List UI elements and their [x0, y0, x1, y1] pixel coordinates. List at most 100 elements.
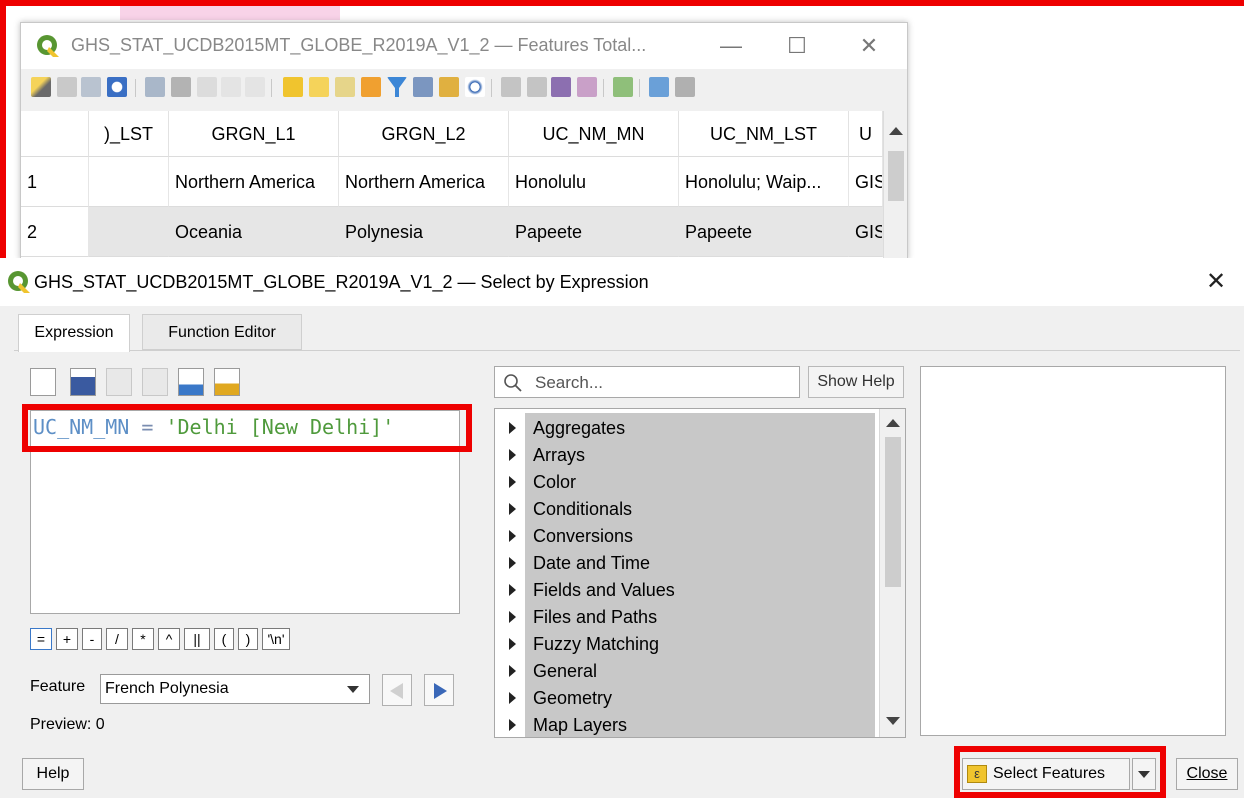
- column-header[interactable]: UC_NM_MN: [509, 111, 679, 157]
- operator-concat-button[interactable]: ||: [184, 628, 210, 650]
- show-help-button[interactable]: Show Help: [808, 366, 904, 398]
- list-item[interactable]: Date and Time: [525, 550, 875, 577]
- list-item[interactable]: Conversions: [525, 523, 875, 550]
- list-item[interactable]: Map Layers: [525, 712, 875, 737]
- expand-triangle-icon[interactable]: [509, 611, 516, 623]
- cut-icon[interactable]: [197, 77, 217, 97]
- operator-open-paren-button[interactable]: (: [214, 628, 234, 650]
- list-item[interactable]: Fuzzy Matching: [525, 631, 875, 658]
- paste-icon[interactable]: [245, 77, 265, 97]
- table-cell[interactable]: Honolulu: [509, 157, 679, 207]
- filter-icon[interactable]: [387, 77, 407, 97]
- list-item[interactable]: Aggregates: [525, 415, 875, 442]
- list-item[interactable]: Arrays: [525, 442, 875, 469]
- select-by-expression-icon[interactable]: [283, 77, 303, 97]
- pencil-icon[interactable]: [31, 77, 51, 97]
- expand-triangle-icon[interactable]: [509, 692, 516, 704]
- edit-icon[interactable]: [106, 368, 132, 396]
- save-icon[interactable]: [70, 368, 96, 396]
- expand-triangle-icon[interactable]: [509, 449, 516, 461]
- pan-to-selection-icon[interactable]: [439, 77, 459, 97]
- column-header[interactable]: UC_NM_LST: [679, 111, 849, 157]
- new-field-icon[interactable]: [501, 77, 521, 97]
- close-window-button[interactable]: ✕: [849, 31, 889, 61]
- expand-triangle-icon[interactable]: [509, 530, 516, 542]
- operator-minus-button[interactable]: -: [82, 628, 102, 650]
- dialog-close-button[interactable]: ✕: [1196, 266, 1236, 298]
- operator-close-paren-button[interactable]: ): [238, 628, 258, 650]
- expand-triangle-icon[interactable]: [509, 557, 516, 569]
- tab-function-editor[interactable]: Function Editor: [142, 314, 302, 350]
- scroll-up-arrow-icon[interactable]: [886, 419, 900, 427]
- table-cell[interactable]: Northern America: [169, 157, 339, 207]
- list-item[interactable]: General: [525, 658, 875, 685]
- import-icon[interactable]: [178, 368, 204, 396]
- expand-triangle-icon[interactable]: [509, 584, 516, 596]
- operator-divide-button[interactable]: /: [106, 628, 128, 650]
- column-header[interactable]: GRGN_L1: [169, 111, 339, 157]
- scroll-up-arrow-icon[interactable]: [889, 127, 903, 135]
- expand-triangle-icon[interactable]: [509, 665, 516, 677]
- expand-triangle-icon[interactable]: [509, 719, 516, 731]
- operator-multiply-button[interactable]: *: [132, 628, 154, 650]
- save-edits-icon[interactable]: [81, 77, 101, 97]
- operator-plus-button[interactable]: +: [56, 628, 78, 650]
- new-file-icon[interactable]: [30, 368, 56, 396]
- copy-icon[interactable]: [221, 77, 241, 97]
- previous-feature-button[interactable]: [382, 674, 412, 706]
- list-item[interactable]: Files and Paths: [525, 604, 875, 631]
- row-index[interactable]: 2: [21, 207, 89, 257]
- operator-newline-button[interactable]: '\n': [262, 628, 290, 650]
- scroll-thumb[interactable]: [885, 437, 901, 587]
- table-cell[interactable]: GIS: [849, 207, 883, 257]
- zoom-to-selection-icon[interactable]: [465, 77, 485, 97]
- form-view-icon[interactable]: [675, 77, 695, 97]
- deselect-icon[interactable]: [361, 77, 381, 97]
- reload-icon[interactable]: [107, 77, 127, 97]
- table-cell[interactable]: [89, 157, 169, 207]
- scroll-down-arrow-icon[interactable]: [886, 717, 900, 725]
- actions-icon[interactable]: [649, 77, 669, 97]
- conditional-format-icon[interactable]: [577, 77, 597, 97]
- table-cell[interactable]: Polynesia: [339, 207, 509, 257]
- next-feature-button[interactable]: [424, 674, 454, 706]
- add-feature-icon[interactable]: [145, 77, 165, 97]
- table-cell[interactable]: GIS: [849, 157, 883, 207]
- table-cell[interactable]: Papeete: [679, 207, 849, 257]
- select-all-icon[interactable]: [309, 77, 329, 97]
- table-cell[interactable]: Papeete: [509, 207, 679, 257]
- delete-icon[interactable]: [142, 368, 168, 396]
- expand-triangle-icon[interactable]: [509, 476, 516, 488]
- move-selection-top-icon[interactable]: [413, 77, 433, 97]
- operator-power-button[interactable]: ^: [158, 628, 180, 650]
- feature-combo[interactable]: French Polynesia: [100, 674, 370, 704]
- list-item[interactable]: Fields and Values: [525, 577, 875, 604]
- row-index[interactable]: 1: [21, 157, 89, 207]
- search-input[interactable]: Search...: [494, 366, 800, 398]
- table-cell[interactable]: Honolulu; Waip...: [679, 157, 849, 207]
- expand-triangle-icon[interactable]: [509, 422, 516, 434]
- table-cell[interactable]: [89, 207, 169, 257]
- expand-triangle-icon[interactable]: [509, 638, 516, 650]
- function-list-scrollbar[interactable]: [879, 409, 905, 737]
- invert-selection-icon[interactable]: [335, 77, 355, 97]
- list-item[interactable]: Conditionals: [525, 496, 875, 523]
- multi-edit-icon[interactable]: [57, 77, 77, 97]
- table-cell[interactable]: Oceania: [169, 207, 339, 257]
- maximize-button[interactable]: ☐: [777, 31, 817, 61]
- operator-equals-button[interactable]: =: [30, 628, 52, 650]
- list-item[interactable]: Geometry: [525, 685, 875, 712]
- minimize-button[interactable]: —: [711, 31, 751, 61]
- scroll-thumb[interactable]: [888, 151, 904, 201]
- dock-table-icon[interactable]: [613, 77, 633, 97]
- list-item[interactable]: Color: [525, 469, 875, 496]
- column-header[interactable]: GRGN_L2: [339, 111, 509, 157]
- column-header[interactable]: U: [849, 111, 883, 157]
- expand-triangle-icon[interactable]: [509, 503, 516, 515]
- delete-field-icon[interactable]: [527, 77, 547, 97]
- export-icon[interactable]: [214, 368, 240, 396]
- help-button[interactable]: Help: [22, 758, 84, 790]
- delete-feature-icon[interactable]: [171, 77, 191, 97]
- column-header[interactable]: )_LST: [89, 111, 169, 157]
- close-button[interactable]: Close: [1176, 758, 1238, 790]
